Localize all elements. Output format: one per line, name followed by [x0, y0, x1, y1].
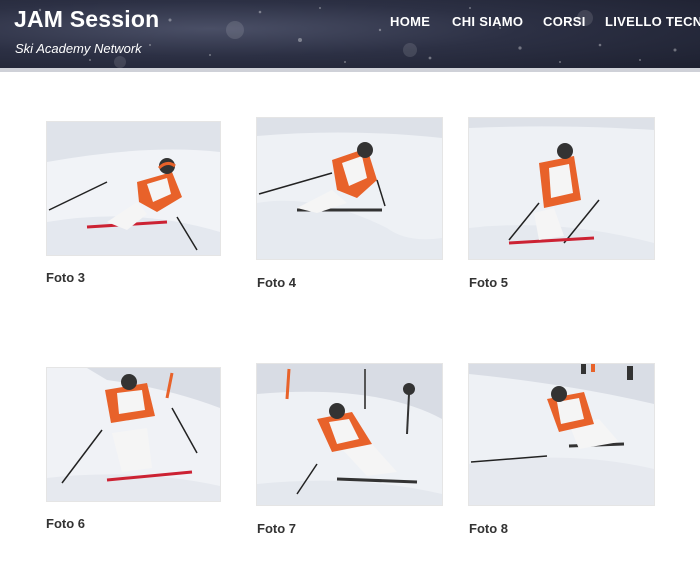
gallery-photo[interactable] [256, 117, 443, 260]
skier-photo-image [47, 368, 220, 501]
site-subtitle: Ski Academy Network [15, 41, 142, 56]
photo-caption: Foto 7 [257, 521, 296, 536]
photo-caption: Foto 6 [46, 516, 85, 531]
nav-item-home[interactable]: HOME [390, 14, 430, 29]
nav-item-livello-tecnico[interactable]: LIVELLO TECNI [605, 14, 700, 29]
nav-item-chi-siamo[interactable]: CHI SIAMO [452, 14, 523, 29]
skier-photo-image [469, 364, 654, 505]
photo-caption: Foto 5 [469, 275, 508, 290]
skier-photo-image [469, 118, 654, 259]
site-header: JAM Session Ski Academy Network HOME CHI… [0, 0, 700, 72]
gallery-photo[interactable] [256, 363, 443, 506]
gallery-photo[interactable] [46, 367, 221, 502]
photo-caption: Foto 8 [469, 521, 508, 536]
site-title[interactable]: JAM Session [14, 6, 159, 33]
skier-photo-image [47, 122, 220, 255]
photo-caption: Foto 4 [257, 275, 296, 290]
skier-photo-image [257, 364, 442, 505]
gallery-photo[interactable] [468, 117, 655, 260]
gallery-photo[interactable] [46, 121, 221, 256]
photo-caption: Foto 3 [46, 270, 85, 285]
skier-photo-image [257, 118, 442, 259]
nav-item-corsi[interactable]: CORSI [543, 14, 586, 29]
gallery-photo[interactable] [468, 363, 655, 506]
